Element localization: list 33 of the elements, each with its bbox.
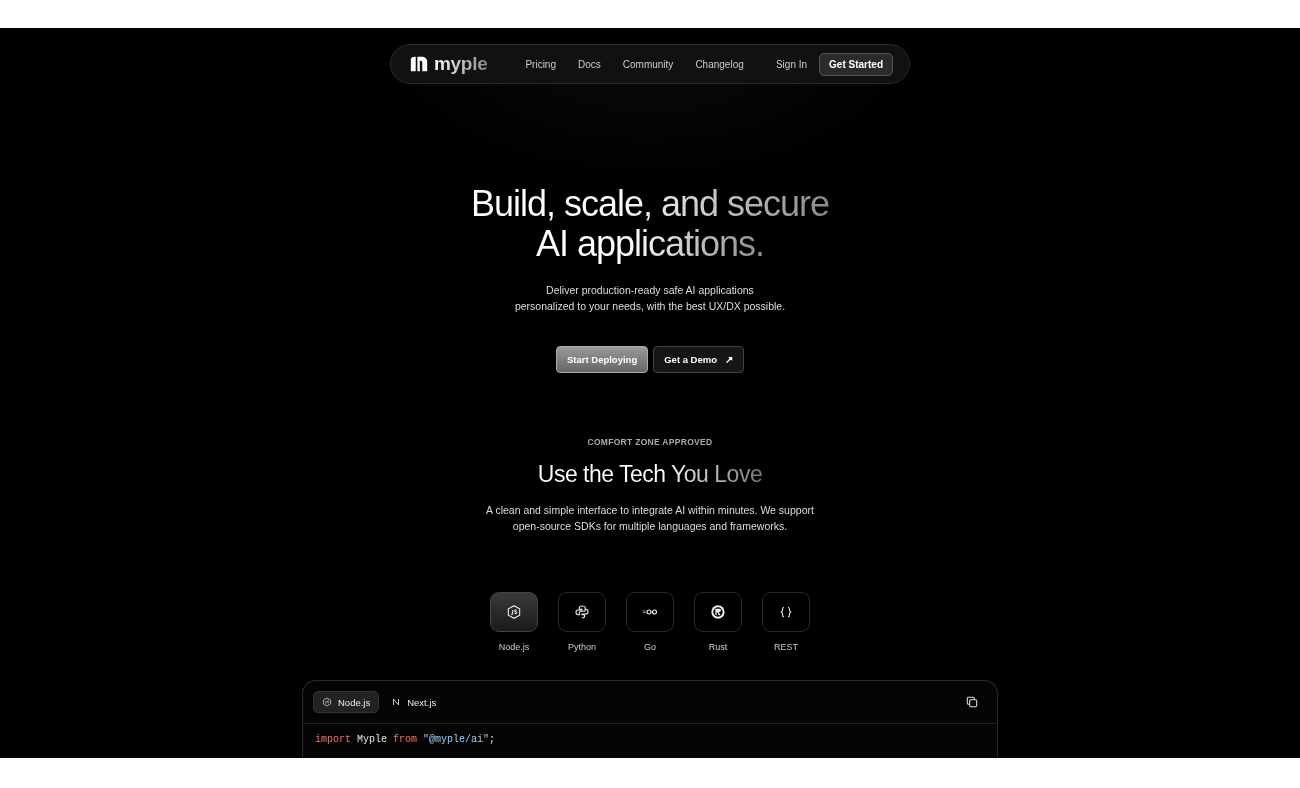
hero-subtitle-line: personalized to your needs, with the best UX/DX possible. [514, 299, 786, 314]
sdk-tile[interactable] [694, 592, 742, 632]
sdk-label: Rust [708, 642, 728, 652]
code-line: import Myple from "@myple/ai"; [315, 734, 497, 745]
code-tab[interactable]: Next.js [383, 691, 445, 713]
sdk-tile[interactable] [558, 592, 606, 632]
sdk-tile[interactable] [762, 592, 810, 632]
python-icon [574, 604, 590, 620]
sign-in-link[interactable]: Sign In [775, 58, 808, 70]
sdk-label: REST [773, 642, 798, 652]
braces-icon [778, 604, 794, 620]
hexagon-icon [322, 697, 332, 707]
hero-subtitle-line: Deliver production-ready safe AI applications [546, 283, 754, 298]
nav-link[interactable]: Pricing [525, 58, 556, 70]
sdk-label: Node.js [498, 642, 530, 652]
nav-link[interactable]: Changelog [695, 58, 744, 70]
get-started-button[interactable]: Get Started [819, 52, 893, 76]
hexagon-icon [506, 604, 522, 620]
nav-link[interactable]: Community [622, 58, 674, 70]
section-description-line: A clean and simple interface to integrate AI within minutes. We support [486, 503, 814, 518]
sdk-label: Python [567, 642, 596, 652]
code-tab[interactable]: Node.js [313, 691, 380, 713]
section-description-line: open-source SDKs for multiple languages and frameworks. [512, 519, 788, 534]
copy-icon[interactable] [965, 695, 979, 709]
get-demo-button[interactable]: Get a Demo ↗ [653, 346, 744, 373]
sdk-tile[interactable] [626, 592, 674, 632]
sdk-tile[interactable] [490, 592, 538, 632]
nav-link[interactable]: Docs [578, 58, 601, 70]
letter-n-icon [391, 697, 402, 707]
start-deploying-button[interactable]: Start Deploying [556, 346, 649, 373]
logo-icon[interactable] [409, 55, 429, 73]
sdk-label: Go [643, 642, 656, 652]
section-eyebrow: COMFORT ZONE APPROVED [587, 437, 713, 447]
